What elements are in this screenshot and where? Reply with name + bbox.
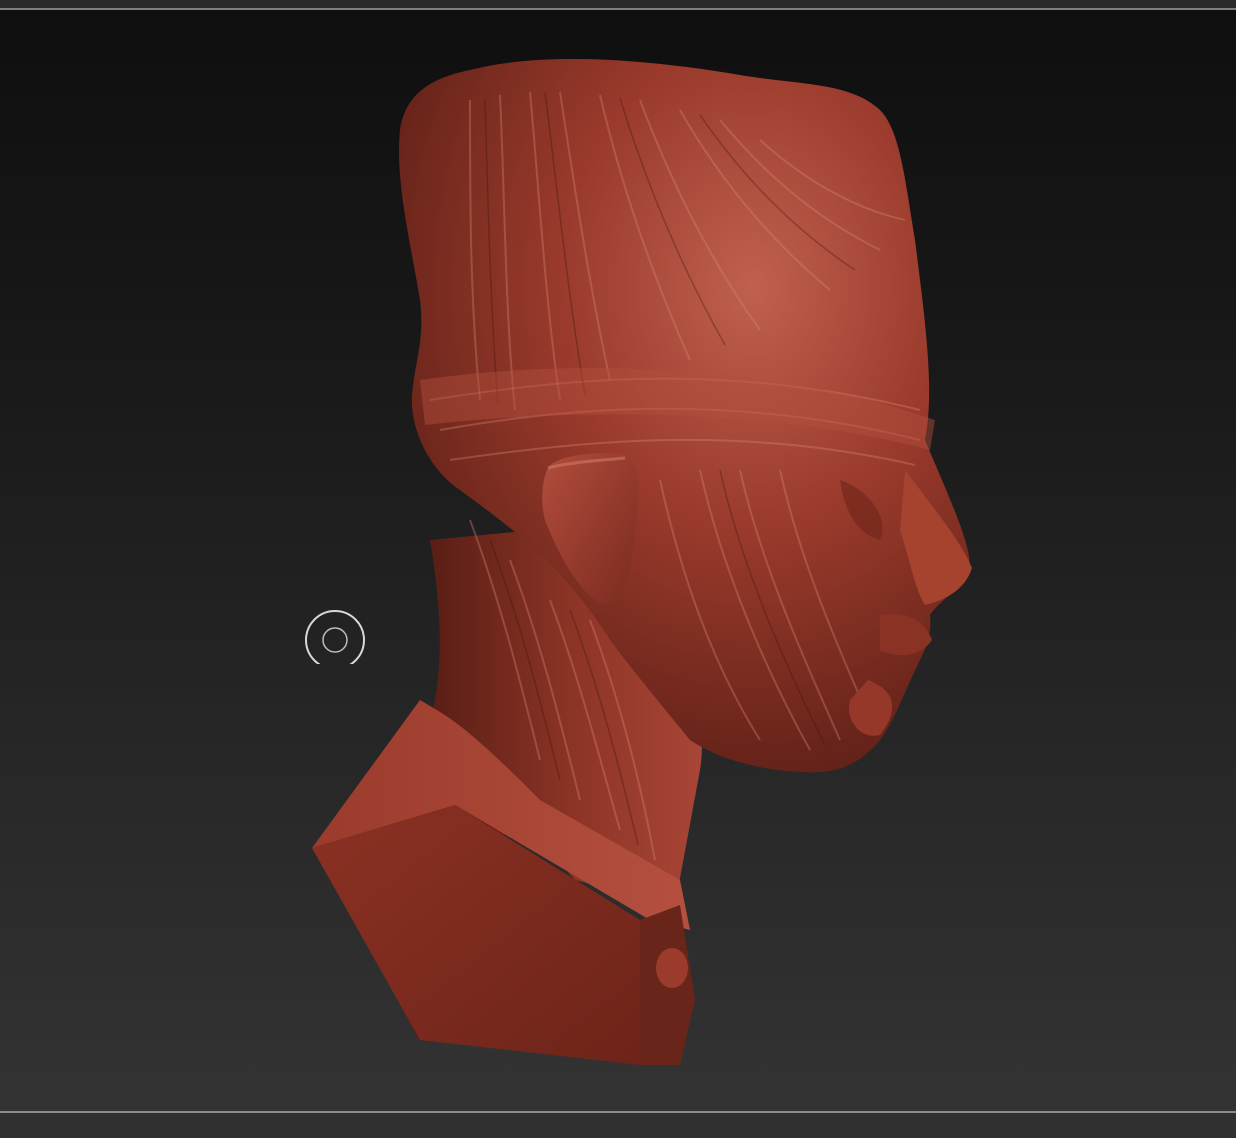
brush-cursor-icon: [305, 610, 365, 664]
sculpt-application: [0, 0, 1236, 1138]
bottom-shelf-strip: [0, 1113, 1236, 1138]
sculpt-model-head[interactable]: [0, 10, 1236, 1111]
3d-viewport-canvas[interactable]: [0, 10, 1236, 1111]
